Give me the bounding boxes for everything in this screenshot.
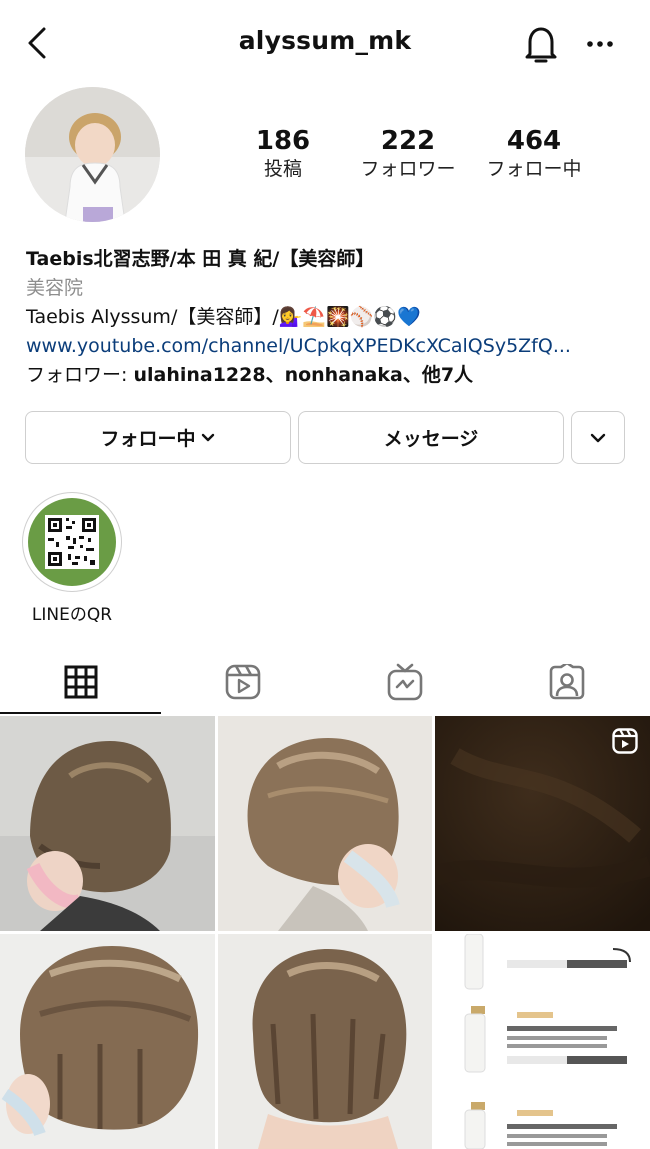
grid-post[interactable] <box>435 934 650 1149</box>
profile-avatar[interactable] <box>25 87 160 222</box>
tab-posts-grid[interactable] <box>0 648 162 716</box>
profile-display-name: Taebis北習志野/本 田 真 紀/【美容師】 <box>26 248 375 270</box>
followed-by-prefix: フォロワー: <box>26 364 134 386</box>
suggested-accounts-button[interactable] <box>571 411 625 464</box>
grid-icon <box>64 665 98 699</box>
reel-badge-icon <box>612 728 638 754</box>
message-button-label: メッセージ <box>383 428 479 450</box>
message-button[interactable]: メッセージ <box>298 411 564 464</box>
following-button[interactable]: フォロー中 <box>25 411 291 464</box>
posts-grid <box>0 716 650 1149</box>
qr-code-thumbnail <box>28 498 116 586</box>
more-options-icon[interactable] <box>586 36 614 52</box>
stat-label: 投稿 <box>263 158 302 180</box>
tv-icon <box>387 663 423 701</box>
profile-website-link[interactable]: www.youtube.com/channel/UCpkqXPEDKcXCalQ… <box>26 332 626 361</box>
grid-post[interactable] <box>0 934 215 1149</box>
stat-label: フォロー中 <box>486 158 582 180</box>
grid-post[interactable] <box>0 716 215 931</box>
stat-following[interactable]: 464 フォロー中 <box>474 126 594 182</box>
chevron-down-icon <box>590 433 606 442</box>
grid-post[interactable] <box>218 716 432 931</box>
bell-icon[interactable] <box>522 24 560 64</box>
top-bar: alyssum_mk <box>0 0 650 90</box>
highlight-label: LINEのQR <box>31 605 113 625</box>
tab-igtv[interactable] <box>324 648 486 716</box>
stat-value: 464 <box>506 126 562 156</box>
profile-tabs <box>0 648 650 716</box>
stat-posts[interactable]: 186 投稿 <box>223 126 343 182</box>
profile-category: 美容院 <box>26 277 84 299</box>
profile-bio-text: Taebis Alyssum/【美容師】/💁‍♀️⛱️🎇⚾⚽💙 <box>26 306 421 328</box>
followed-by-names: ulahina1228、nonhanaka、他7人 <box>133 364 474 386</box>
following-button-label: フォロー中 <box>100 428 196 450</box>
tab-reels[interactable] <box>162 648 324 716</box>
stat-value: 186 <box>255 126 311 156</box>
profile-bio: Taebis北習志野/本 田 真 紀/【美容師】 美容院 Taebis Alys… <box>26 245 626 390</box>
chevron-down-icon <box>201 433 214 441</box>
tagged-person-icon <box>549 664 585 700</box>
followed-by-line[interactable]: フォロワー: ulahina1228、nonhanaka、他7人 <box>26 361 626 390</box>
stat-followers[interactable]: 222 フォロワー <box>348 126 468 182</box>
stat-value: 222 <box>380 126 436 156</box>
reels-icon <box>225 664 261 700</box>
grid-post-reel[interactable] <box>435 716 650 931</box>
tab-tagged[interactable] <box>486 648 648 716</box>
stat-label: フォロワー <box>360 158 456 180</box>
grid-post[interactable] <box>218 934 432 1149</box>
story-highlight[interactable] <box>22 492 122 592</box>
active-tab-indicator <box>0 712 161 714</box>
